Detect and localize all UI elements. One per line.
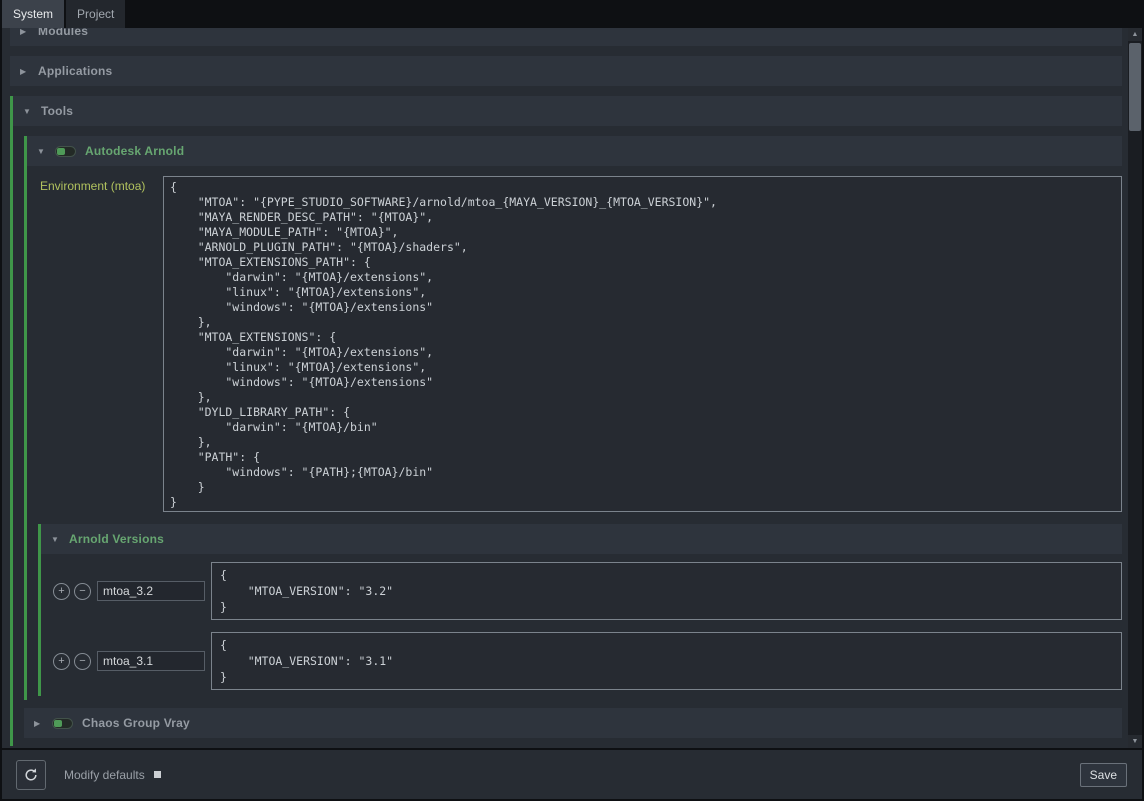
chevron-right-icon: ▶ <box>34 719 43 728</box>
environment-label: Environment (mtoa) <box>38 176 163 193</box>
chevron-right-icon: ▶ <box>20 67 29 76</box>
tab-system[interactable]: System <box>2 0 64 28</box>
refresh-button[interactable] <box>16 760 46 790</box>
section-tools: ▼ Tools ▼ Autodesk Arnold <box>10 96 1122 746</box>
vertical-scrollbar[interactable]: ▲ ▼ <box>1128 28 1142 748</box>
section-arnold: ▼ Autodesk Arnold Environment (mtoa) { "… <box>24 136 1122 700</box>
section-header-vray[interactable]: ▶ Chaos Group Vray <box>24 708 1122 738</box>
section-header-applications[interactable]: ▶ Applications <box>10 56 1122 86</box>
environment-field-row: Environment (mtoa) { "MTOA": "{PYPE_STUD… <box>38 176 1122 512</box>
settings-content: ▶ Modules ▶ Applications ▼ Tools ▼ <box>2 28 1128 746</box>
chevron-down-icon: ▼ <box>23 107 32 116</box>
section-header-tools[interactable]: ▼ Tools <box>13 96 1122 126</box>
arnold-body: Environment (mtoa) { "MTOA": "{PYPE_STUD… <box>27 176 1122 700</box>
remove-version-button[interactable]: − <box>74 653 91 670</box>
save-button[interactable]: Save <box>1080 763 1127 787</box>
scroll-down-button[interactable]: ▼ <box>1128 735 1142 748</box>
chevron-right-icon: ▶ <box>20 28 29 36</box>
scrollbar-thumb[interactable] <box>1129 43 1141 131</box>
tab-system-label: System <box>13 7 53 21</box>
section-title-tools: Tools <box>41 104 73 118</box>
modify-defaults-label: Modify defaults <box>64 768 145 782</box>
settings-scroll-area: ▶ Modules ▶ Applications ▼ Tools ▼ <box>2 28 1128 748</box>
section-title-arnold-versions: Arnold Versions <box>69 532 164 546</box>
add-version-button[interactable]: + <box>53 583 70 600</box>
remove-version-button[interactable]: − <box>74 583 91 600</box>
section-title-arnold: Autodesk Arnold <box>85 144 184 158</box>
version-json-textarea[interactable]: { "MTOA_VERSION": "3.2" } <box>211 562 1122 620</box>
version-row: + − { "MTOA_VERSION": "3.2" } <box>41 562 1122 620</box>
version-json-textarea[interactable]: { "MTOA_VERSION": "3.1" } <box>211 632 1122 690</box>
section-title-modules: Modules <box>38 28 88 38</box>
section-header-modules[interactable]: ▶ Modules <box>10 28 1122 46</box>
toggle-knob <box>57 148 65 155</box>
version-name-input[interactable] <box>97 581 205 601</box>
chevron-down-icon: ▼ <box>37 147 46 156</box>
arnold-environment-textarea[interactable]: { "MTOA": "{PYPE_STUDIO_SOFTWARE}/arnold… <box>163 176 1122 512</box>
chevron-down-icon: ▼ <box>51 535 60 544</box>
add-version-button[interactable]: + <box>53 653 70 670</box>
scroll-up-button[interactable]: ▲ <box>1128 28 1142 41</box>
settings-window: System Project ▶ Modules ▶ Applications … <box>0 0 1144 801</box>
toggle-knob <box>54 720 62 727</box>
refresh-icon <box>23 767 39 783</box>
tools-body: ▼ Autodesk Arnold Environment (mtoa) { "… <box>13 136 1122 746</box>
section-arnold-versions: ▼ Arnold Versions + − { "MTOA_VERSION": … <box>38 524 1122 696</box>
arnold-versions-body: + − { "MTOA_VERSION": "3.2" } + − <box>41 554 1122 696</box>
modify-defaults-checkbox[interactable] <box>154 771 161 778</box>
footer-bar: Modify defaults Save <box>2 750 1142 799</box>
section-header-arnold-versions[interactable]: ▼ Arnold Versions <box>41 524 1122 554</box>
version-name-input[interactable] <box>97 651 205 671</box>
section-header-arnold[interactable]: ▼ Autodesk Arnold <box>27 136 1122 166</box>
section-title-vray: Chaos Group Vray <box>82 716 190 730</box>
tabbar: System Project <box>0 0 1144 28</box>
section-title-applications: Applications <box>38 64 112 78</box>
tab-project-label: Project <box>77 7 114 21</box>
vray-enabled-toggle[interactable] <box>52 718 73 729</box>
version-row: + − { "MTOA_VERSION": "3.1" } <box>41 632 1122 690</box>
arnold-enabled-toggle[interactable] <box>55 146 76 157</box>
tab-project[interactable]: Project <box>66 0 125 28</box>
